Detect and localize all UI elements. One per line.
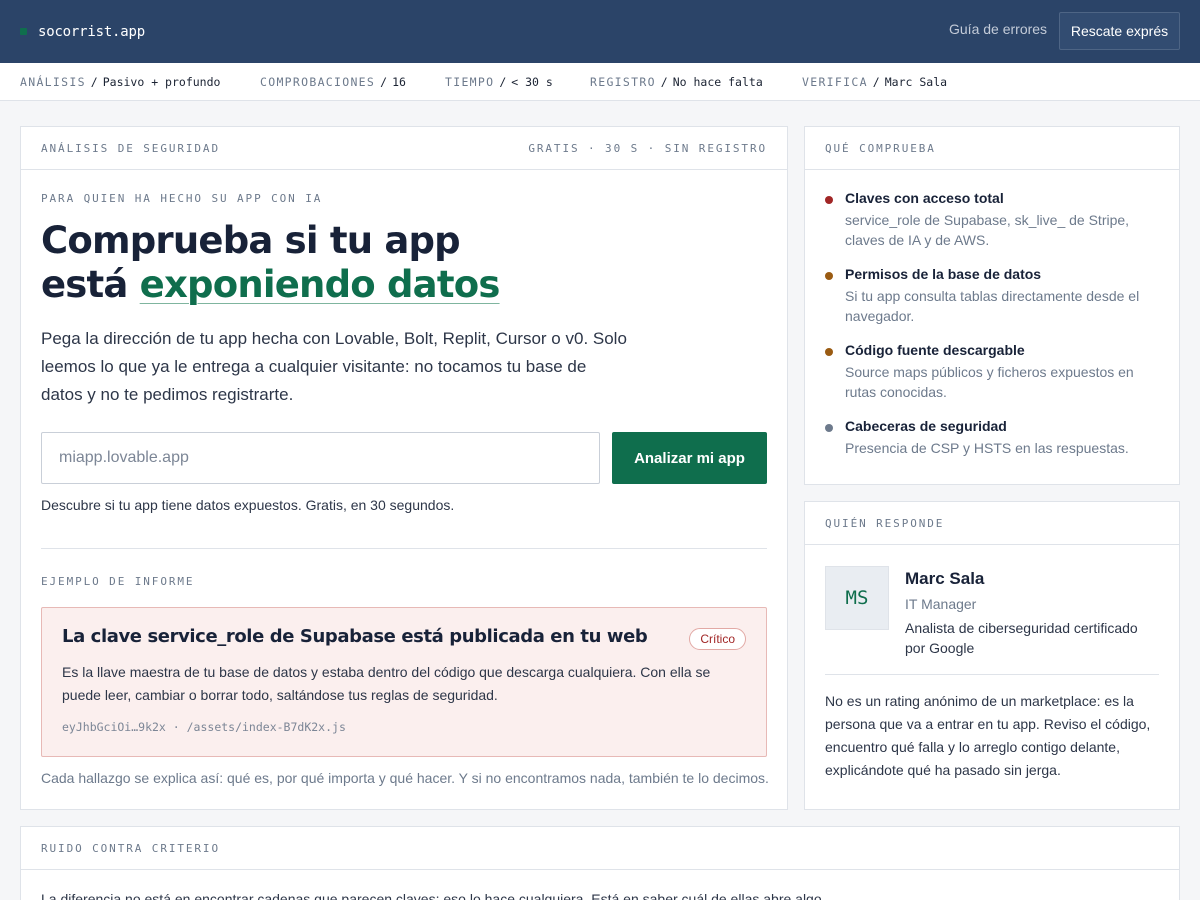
meta-key: ANÁLISIS [20,75,86,89]
check-title: Permisos de la base de datos [845,266,1042,282]
page-title: Comprueba si tu app está exponiendo dato… [41,219,500,307]
example-finding-card: La clave service_role de Supabase está p… [41,607,767,757]
meta-item-registration: REGISTRO / No hace falta [590,75,763,89]
card-header: QUIÉN RESPONDE [805,502,1179,545]
card-header: ANÁLISIS DE SEGURIDAD GRATIS · 30 S · SI… [21,127,787,170]
finding-description: Es la llave maestra de tu base de datos … [62,664,711,703]
responder-card: QUIÉN RESPONDE MS Marc Sala IT Manager A… [804,501,1180,810]
responder-credential: Analista de ciberseguridad certificado p… [905,620,1138,656]
title-highlight: exponiendo datos [139,263,501,306]
check-description: Presencia de CSP y HSTS en las respuesta… [845,440,1129,456]
analyze-app-button[interactable]: Analizar mi app [612,432,767,484]
check-description: Si tu app consulta tablas directamente d… [845,288,1140,324]
info-dot-icon [825,424,833,432]
check-description: service_role de Supabase, sk_live_ de St… [845,212,1130,248]
meta-value: Marc Sala [884,75,948,89]
express-rescue-button[interactable]: Rescate exprés [1059,12,1180,50]
error-guide-link[interactable]: Guía de errores [949,21,1047,37]
check-title: Cabeceras de seguridad [845,418,1007,434]
meta-value: < 30 s [511,75,553,89]
brand-name: socorrist.app [38,23,145,40]
finding-evidence: eyJhbGciOi…9k2x · /assets/index-B7dK2x.j… [62,720,346,734]
check-title: Claves con acceso total [845,190,1004,206]
card-title: RUIDO CONTRA CRITERIO [41,841,220,855]
meta-item-checks: COMPROBACIONES/16 [260,75,406,89]
meta-key: REGISTRO [590,75,656,89]
checks-card: QUÉ COMPRUEBA Claves con acceso total se… [804,126,1180,485]
meta-item-verifier: VERIFICA / Marc Sala [802,75,948,89]
card-header: RUIDO CONTRA CRITERIO [21,827,1179,870]
app-url-input[interactable] [41,432,600,484]
example-report-label: EJEMPLO DE INFORME [41,575,195,588]
responder-name: Marc Sala [905,569,985,588]
meta-strip: ANÁLISIS / Pasivo + profundo COMPROBACIONE… [0,63,1200,101]
check-description: Source maps públicos y ficheros expuesto… [845,364,1134,400]
meta-value: 16 [392,75,406,89]
check-title: Código fuente descargable [845,342,1025,358]
card-tagline: GRATIS · 30 S · SIN REGISTRO [528,141,767,155]
lead-paragraph: Pega la dirección de tu app hecha con Lo… [41,329,627,404]
card-title: QUÉ COMPRUEBA [825,141,936,155]
security-analysis-card: ANÁLISIS DE SEGURIDAD GRATIS · 30 S · SI… [20,126,788,810]
divider [41,548,767,549]
meta-value: Pasivo + profundo [102,75,221,89]
noise-vs-criteria-card: RUIDO CONTRA CRITERIO La diferencia no e… [20,826,1180,900]
divider [825,674,1159,675]
title-line-1: Comprueba si tu app [41,219,461,262]
meta-item-time: TIEMPO / < 30 s [445,75,553,89]
meta-value: No hace falta [672,75,763,89]
report-footnote: Cada hallazgo se explica así: qué es, po… [41,770,769,786]
title-line-2-prefix: está [41,263,140,306]
input-hint: Descubre si tu app tiene datos expuestos… [41,497,455,513]
meta-key: VERIFICA [802,75,868,89]
meta-item-analysis: ANÁLISIS / Pasivo + profundo [20,75,221,89]
warning-dot-icon [825,348,833,356]
eyebrow: PARA QUIEN HA HECHO SU APP CON IA [41,192,323,205]
responder-description: No es un rating anónimo de un marketplac… [825,693,1151,778]
finding-title: La clave service_role de Supabase está p… [62,626,648,647]
brand-dot-icon [20,28,27,35]
responder-role: IT Manager [905,596,977,612]
meta-key: TIEMPO [445,75,495,89]
card-header: QUÉ COMPRUEBA [805,127,1179,170]
warning-dot-icon [825,272,833,280]
critical-dot-icon [825,196,833,204]
meta-key: COMPROBACIONES [260,75,376,89]
avatar: MS [825,566,889,630]
card-title: QUIÉN RESPONDE [825,516,945,530]
card-title: ANÁLISIS DE SEGURIDAD [41,141,220,155]
section-text: La diferencia no está en encontrar caden… [41,891,826,900]
top-navigation-bar: socorrist.app Guía de errores Rescate ex… [0,0,1200,63]
brand[interactable]: socorrist.app [20,0,145,63]
severity-badge: Crítico [689,628,746,650]
